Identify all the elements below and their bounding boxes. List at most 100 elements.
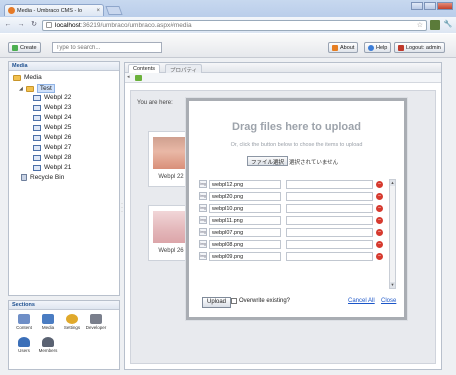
file-thumbnail-icon: img <box>199 216 207 224</box>
content-toolbar <box>125 73 441 83</box>
left-scroll-arrow-icon[interactable]: ◂ <box>127 74 130 80</box>
help-label: Help <box>376 44 388 51</box>
file-description-field[interactable] <box>286 240 373 249</box>
close-link[interactable]: Close <box>381 298 396 304</box>
remove-file-icon[interactable]: – <box>376 229 383 236</box>
section-content[interactable]: Content <box>13 314 35 330</box>
file-description-field[interactable] <box>286 252 373 261</box>
file-description-field[interactable] <box>286 216 373 225</box>
file-name-field[interactable]: webpl12.png <box>209 180 281 189</box>
tab-close-icon[interactable]: × <box>96 8 100 14</box>
overwrite-label: Overwrite existing? <box>239 298 291 304</box>
help-button[interactable]: Help <box>364 42 392 53</box>
remove-file-icon[interactable]: – <box>376 217 383 224</box>
file-name-field[interactable]: webpl07.png <box>209 228 281 237</box>
choose-file-button[interactable]: ファイル選択 <box>247 156 289 166</box>
close-window-button[interactable] <box>437 2 453 10</box>
tree-folder-label: Test <box>36 84 55 93</box>
tree-item-label: Webpl 21 <box>44 164 72 171</box>
tree-item[interactable]: Webpl 26 <box>33 134 71 141</box>
tree-item[interactable]: Webpl 28 <box>33 154 71 161</box>
file-row: img webpl20.png – <box>199 192 384 201</box>
browser-tab[interactable]: Media - Umbraco CMS - lo × <box>4 4 104 16</box>
remove-file-icon[interactable]: – <box>376 241 383 248</box>
cancel-all-link[interactable]: Cancel All <box>348 298 375 304</box>
file-thumbnail-icon: img <box>199 180 207 188</box>
content-icon <box>18 314 30 324</box>
file-description-field[interactable] <box>286 180 373 189</box>
overwrite-checkbox-row[interactable]: Overwrite existing? <box>231 298 290 304</box>
file-name-field[interactable]: webpl11.png <box>209 216 281 225</box>
section-developer[interactable]: Developer <box>85 314 107 330</box>
tree-item[interactable]: Webpl 21 <box>33 164 71 171</box>
sections-title: Sections <box>9 301 119 310</box>
developer-icon <box>90 314 102 324</box>
file-name-field[interactable]: webpl09.png <box>209 252 281 261</box>
logout-button[interactable]: Logout: admin <box>394 42 445 53</box>
back-arrow-icon[interactable]: ← <box>3 20 13 30</box>
minimize-button[interactable] <box>411 2 423 10</box>
section-label: Media <box>41 325 55 330</box>
recycle-bin-icon <box>21 174 27 181</box>
section-members[interactable]: Members <box>37 337 59 353</box>
umbraco-topbar: Create About Help Logout: admin <box>0 34 456 58</box>
upload-button[interactable]: Upload <box>202 297 232 308</box>
file-description-field[interactable] <box>286 204 373 213</box>
remove-file-icon[interactable]: – <box>376 205 383 212</box>
tree-recycle-bin[interactable]: Recycle Bin <box>21 174 64 181</box>
file-description-field[interactable] <box>286 228 373 237</box>
file-row: img webpl11.png – <box>199 216 384 225</box>
drop-zone-title[interactable]: Drag files here to upload <box>189 121 404 133</box>
maximize-button[interactable] <box>424 2 436 10</box>
tree-folder-test[interactable]: ◢ Test <box>19 84 55 93</box>
content-tabs: Contents プロパティ <box>125 63 441 74</box>
reload-icon[interactable]: ↻ <box>29 20 39 30</box>
file-name-field[interactable]: webpl10.png <box>209 204 281 213</box>
search-input[interactable] <box>52 42 162 53</box>
umbraco-favicon-icon <box>8 7 15 14</box>
tree-item[interactable]: Webpl 22 <box>33 94 71 101</box>
scroll-down-arrow-icon[interactable]: ▼ <box>390 282 395 288</box>
forward-arrow-icon[interactable]: → <box>16 20 26 30</box>
tree-item[interactable]: Webpl 25 <box>33 124 71 131</box>
page-menu-icon[interactable] <box>430 20 440 30</box>
tree-item[interactable]: Webpl 27 <box>33 144 71 151</box>
tree-root-media[interactable]: Media <box>13 74 42 81</box>
wrench-icon[interactable]: 🔧 <box>443 20 453 30</box>
tree-panel-title: Media <box>9 62 119 71</box>
expand-arrow-icon[interactable]: ◢ <box>19 86 23 92</box>
tree-item[interactable]: Webpl 23 <box>33 104 71 111</box>
tab-contents[interactable]: Contents <box>128 64 161 73</box>
address-bar[interactable]: localhost:36219/umbraco/umbraco.aspx#med… <box>42 19 427 31</box>
remove-file-icon[interactable]: – <box>376 253 383 260</box>
section-users[interactable]: Users <box>13 337 35 353</box>
section-settings[interactable]: Settings <box>61 314 83 330</box>
tree-root-label: Media <box>24 74 42 81</box>
create-label: Create <box>20 44 37 51</box>
overwrite-checkbox[interactable] <box>231 298 237 304</box>
tab-properties[interactable]: プロパティ <box>165 64 203 74</box>
upload-dialog: Drag files here to upload Or, click the … <box>186 98 407 320</box>
url-host: localhost <box>55 21 81 29</box>
logout-label: Logout: admin <box>406 44 441 51</box>
upload-tool-icon[interactable] <box>135 75 142 81</box>
file-list-scrollbar[interactable]: ▲ ▼ <box>389 179 396 289</box>
create-button[interactable]: Create <box>8 42 41 53</box>
section-label: Settings <box>63 325 81 330</box>
tree-item[interactable]: Webpl 24 <box>33 114 71 121</box>
window-controls <box>411 2 453 10</box>
tree-item-label: Webpl 22 <box>44 94 72 101</box>
file-description-field[interactable] <box>286 192 373 201</box>
url-path: :36219/umbraco/umbraco.aspx#media <box>80 21 192 29</box>
section-media[interactable]: Media <box>37 314 59 330</box>
scroll-up-arrow-icon[interactable]: ▲ <box>390 180 395 186</box>
media-tree-panel: Media Media ◢ Test Webpl 22 Webpl 23 Web… <box>8 61 120 296</box>
bookmark-star-icon[interactable]: ☆ <box>417 21 423 29</box>
panel-splitter-handle[interactable]: · · · <box>121 201 123 215</box>
remove-file-icon[interactable]: – <box>376 181 383 188</box>
new-tab-button[interactable] <box>105 6 123 15</box>
file-name-field[interactable]: webpl08.png <box>209 240 281 249</box>
file-name-field[interactable]: webpl20.png <box>209 192 281 201</box>
remove-file-icon[interactable]: – <box>376 193 383 200</box>
about-button[interactable]: About <box>328 42 359 53</box>
